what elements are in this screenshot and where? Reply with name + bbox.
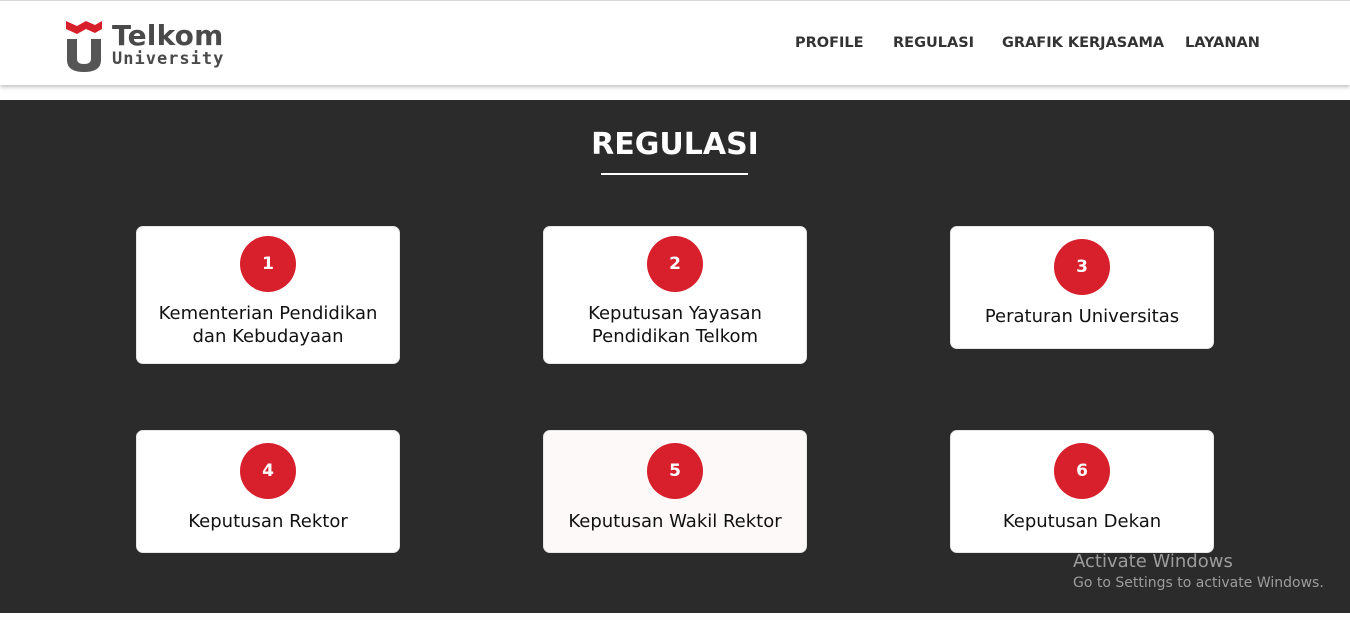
brand-tagline: University	[112, 49, 225, 69]
brand-name: Telkom	[112, 19, 224, 52]
site-header: Telkom University PROFILE REGULASI GRAFI…	[0, 0, 1350, 85]
regulation-card-keputusan-dekan[interactable]: 6 Keputusan Dekan	[950, 430, 1214, 553]
title-underline	[601, 173, 748, 175]
card-label: Kementerian Pendidikan dan Kebudayaan	[158, 303, 378, 347]
page-title: REGULASI	[591, 127, 759, 162]
telkom-logo-icon	[66, 21, 102, 72]
card-number-badge: 5	[647, 443, 703, 499]
activate-windows-watermark: Activate Windows Go to Settings to activ…	[1073, 551, 1324, 591]
regulation-card-keputusan-rektor[interactable]: 4 Keputusan Rektor	[136, 430, 400, 553]
card-label: Keputusan Dekan	[1002, 511, 1162, 532]
regulation-card-yayasan[interactable]: 2 Keputusan Yayasan Pendidikan Telkom	[543, 226, 807, 364]
regulation-card-kemendikbud[interactable]: 1 Kementerian Pendidikan dan Kebudayaan	[136, 226, 400, 364]
nav-item-profile[interactable]: PROFILE	[795, 35, 864, 51]
watermark-title: Activate Windows	[1073, 551, 1233, 572]
nav-item-layanan[interactable]: LAYANAN	[1185, 35, 1260, 51]
card-label: Keputusan Rektor	[188, 511, 348, 532]
card-label: Keputusan Yayasan Pendidikan Telkom	[588, 303, 762, 347]
card-label: Keputusan Wakil Rektor	[568, 511, 782, 532]
card-number-badge: 4	[240, 443, 296, 499]
watermark-subtitle: Go to Settings to activate Windows.	[1073, 575, 1324, 591]
nav-item-regulasi[interactable]: REGULASI	[893, 35, 974, 51]
card-number-badge: 1	[240, 236, 296, 292]
regulation-card-peraturan-universitas[interactable]: 3 Peraturan Universitas	[950, 226, 1214, 349]
card-number-badge: 6	[1054, 443, 1110, 499]
regulasi-section: REGULASI 1 Kementerian Pendidikan dan Ke…	[0, 100, 1350, 613]
card-label: Peraturan Universitas	[984, 306, 1180, 327]
nav-item-grafik-kerjasama[interactable]: GRAFIK KERJASAMA	[1002, 35, 1164, 51]
telkom-university-logo[interactable]: Telkom University	[64, 15, 234, 75]
card-number-badge: 3	[1054, 239, 1110, 295]
regulation-card-keputusan-wakil-rektor[interactable]: 5 Keputusan Wakil Rektor	[543, 430, 807, 553]
card-number-badge: 2	[647, 236, 703, 292]
